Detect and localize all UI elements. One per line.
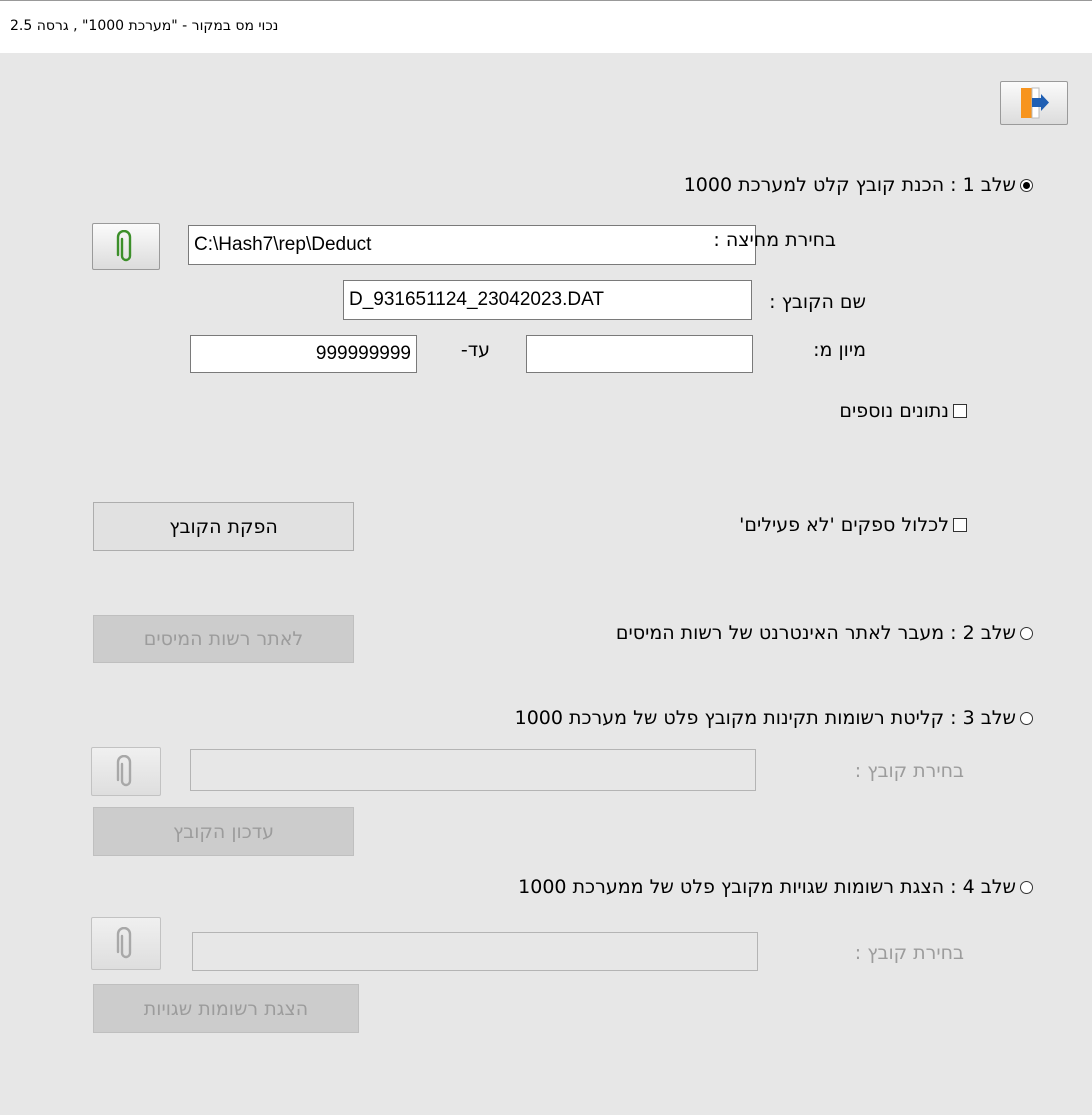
step4-radio[interactable]: [1020, 880, 1033, 894]
step4-label: שלב 4 : הצגת רשומות שגויות מקובץ פלט של …: [518, 876, 1016, 898]
show-error-records-button[interactable]: הצגת רשומות שגויות: [93, 984, 359, 1033]
paperclip-icon: [116, 754, 132, 786]
window-title: נכוי מס במקור - "מערכת 1000" , גרסה 2.5: [10, 18, 279, 34]
update-file-button[interactable]: עדכון הקובץ: [93, 807, 354, 856]
sort-to-value: 999999999: [315, 343, 411, 364]
filename-field[interactable]: D_931651124_23042023.DAT: [343, 280, 752, 320]
step2-radio[interactable]: [1020, 626, 1033, 640]
step3-radio-row[interactable]: שלב 3 : קליטת רשומות תקינות מקובץ פלט של…: [515, 707, 1033, 729]
include-inactive-label: לכלול ספקים 'לא פעילים': [739, 514, 949, 536]
step1-label: שלב 1 : הכנת קובץ קלט למערכת 1000: [683, 174, 1016, 196]
step3-file-field[interactable]: [190, 749, 756, 791]
include-inactive-row[interactable]: לכלול ספקים 'לא פעילים': [739, 514, 967, 536]
step4-file-field[interactable]: [192, 932, 758, 971]
filename-value: D_931651124_23042023.DAT: [349, 289, 604, 310]
step4-file-label: בחירת קובץ :: [854, 942, 964, 964]
title-bar: נכוי מס במקור - "מערכת 1000" , גרסה 2.5: [0, 0, 1092, 53]
step1-radio[interactable]: [1020, 178, 1033, 192]
sort-label: מיון מ:: [813, 339, 866, 361]
step4-radio-row[interactable]: שלב 4 : הצגת רשומות שגויות מקובץ פלט של …: [518, 876, 1033, 898]
produce-file-button[interactable]: הפקת הקובץ: [93, 502, 354, 551]
folder-attach-button[interactable]: [92, 223, 160, 270]
step1-radio-row[interactable]: שלב 1 : הכנת קובץ קלט למערכת 1000: [684, 174, 1033, 196]
step4-attach-button[interactable]: [91, 917, 161, 970]
paperclip-icon: [116, 926, 132, 958]
sort-to-label: עד-: [460, 339, 490, 361]
sort-from-field[interactable]: [526, 335, 753, 373]
extra-data-checkbox[interactable]: [953, 404, 967, 418]
paperclip-icon: [116, 229, 132, 261]
extra-data-row[interactable]: נתונים נוספים: [839, 400, 967, 422]
tax-authority-site-button[interactable]: לאתר רשות המיסים: [93, 615, 354, 663]
step3-radio[interactable]: [1020, 711, 1033, 725]
exit-door-icon: [1021, 87, 1049, 119]
step2-label: שלב 2 : מעבר לאתר האינטרנט של רשות המיסי…: [615, 622, 1016, 644]
step3-attach-button[interactable]: [91, 747, 161, 796]
filename-label: שם הקובץ :: [769, 291, 866, 313]
extra-data-label: נתונים נוספים: [839, 400, 949, 422]
exit-button[interactable]: [1000, 81, 1068, 125]
step3-file-label: בחירת קובץ :: [854, 760, 964, 782]
folder-label: בחירת מחיצה :: [713, 229, 836, 251]
folder-path-value: C:\Hash7\rep\Deduct: [194, 234, 372, 255]
step3-label: שלב 3 : קליטת רשומות תקינות מקובץ פלט של…: [514, 707, 1016, 729]
sort-to-field[interactable]: 999999999: [190, 335, 417, 373]
step2-radio-row[interactable]: שלב 2 : מעבר לאתר האינטרנט של רשות המיסי…: [616, 622, 1033, 644]
folder-path-field[interactable]: C:\Hash7\rep\Deduct: [188, 225, 756, 265]
include-inactive-checkbox[interactable]: [953, 518, 967, 532]
